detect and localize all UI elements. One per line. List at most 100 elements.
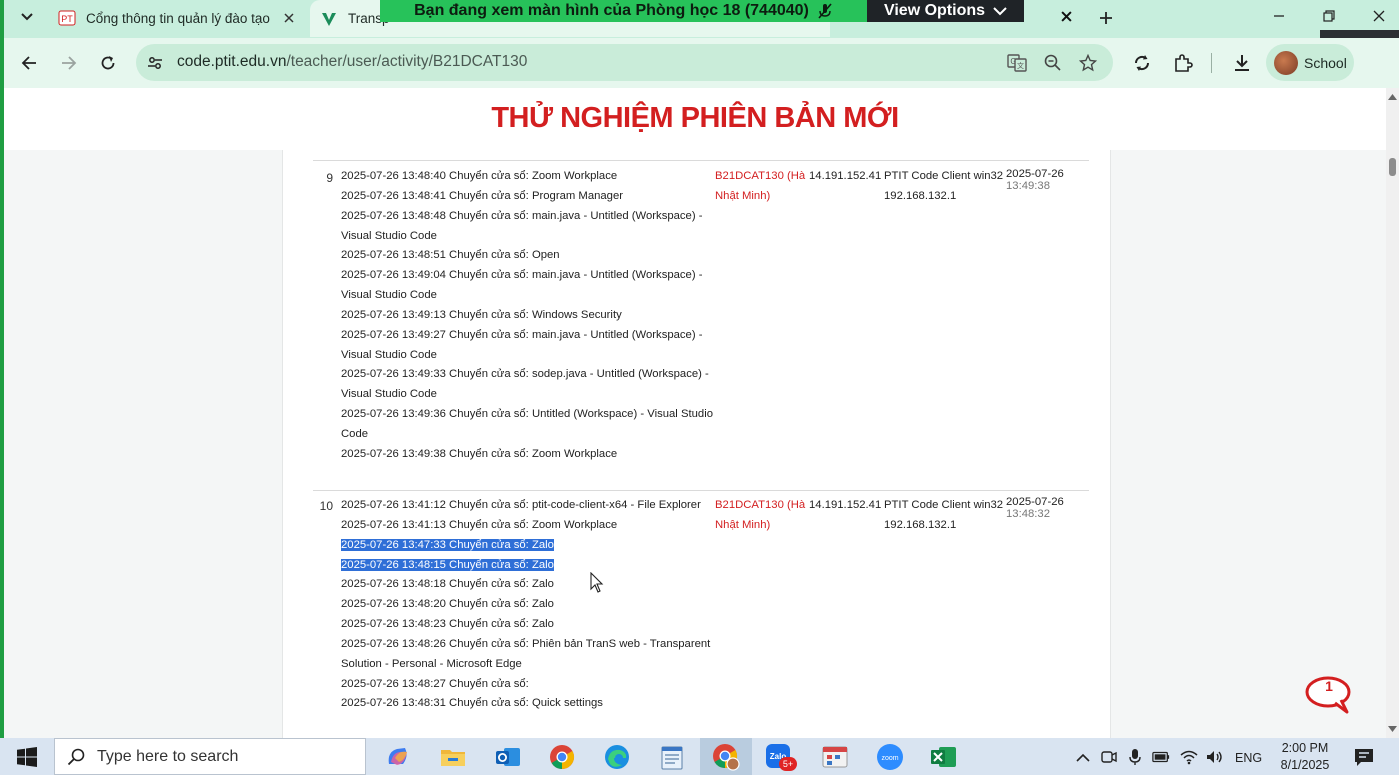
taskbar-clock[interactable]: 2:00 PM 8/1/2025 [1276, 740, 1334, 774]
window-close-button[interactable] [1366, 4, 1392, 28]
page-header: THỬ NGHIỆM PHIÊN BẢN MỚI [4, 88, 1386, 150]
user-link[interactable]: B21DCAT130 (Hà Nhật Minh) [715, 167, 807, 207]
tab-search-dropdown[interactable] [14, 5, 40, 29]
view-options-label: View Options [883, 2, 986, 19]
page-scrollbar[interactable] [1386, 88, 1399, 738]
timestamp: 2025-07-26 13:48:32 [1006, 496, 1086, 520]
activity-line: 2025-07-26 13:48:18 Chuyển cửa sổ: Zalo [341, 578, 554, 591]
banner-text: Bạn đang xem màn hình của Phòng học 18 (… [414, 2, 809, 19]
chat-widget-button[interactable]: 1 [1305, 676, 1353, 716]
minimize-button[interactable] [1266, 4, 1292, 28]
local-ip: 192.168.132.1 [884, 518, 957, 531]
new-tab-button[interactable] [1094, 6, 1118, 30]
row-index: 10 [319, 499, 333, 513]
search-placeholder: Type here to search [97, 747, 239, 765]
url-host: code.ptit.edu.vn [177, 53, 287, 70]
outlook-app-icon[interactable] [493, 742, 523, 772]
back-button[interactable] [16, 50, 42, 76]
calendar-app-icon[interactable] [820, 742, 850, 772]
page-title: THỬ NGHIỆM PHIÊN BẢN MỚI [491, 102, 899, 134]
scroll-up-icon[interactable] [1386, 90, 1399, 104]
activity-line: 2025-07-26 13:48:40 Chuyển cửa sổ: Zoom … [341, 170, 618, 182]
windows-logo-icon [17, 746, 37, 767]
activity-line: 2025-07-26 13:49:04 Chuyển cửa sổ: main.… [341, 269, 703, 282]
bookmark-star-icon[interactable] [1076, 51, 1100, 75]
input-language[interactable]: ENG [1235, 751, 1262, 765]
activity-line: Solution - Personal - Microsoft Edge [341, 657, 522, 670]
mouse-cursor-icon [590, 572, 604, 593]
url-text[interactable]: code.ptit.edu.vn/teacher/user/activity/B… [177, 53, 527, 71]
client-info: PTIT Code Client win32 192.168.132.1 [884, 167, 1006, 207]
meet-now-icon[interactable] [1100, 748, 1118, 766]
start-button[interactable] [0, 738, 54, 775]
profile-label: School [1304, 54, 1347, 71]
chat-badge: 1 [1325, 678, 1333, 694]
timestamp: 2025-07-26 13:49:38 [1006, 168, 1086, 192]
address-bar[interactable]: code.ptit.edu.vn/teacher/user/activity/B… [136, 44, 1113, 81]
extensions-puzzle-icon[interactable] [1170, 50, 1196, 76]
windows-taskbar: Type here to search Zalo 5+ zoom ENG 2:0… [0, 738, 1399, 775]
clock-time: 2:00 PM [1281, 741, 1329, 755]
microphone-icon[interactable] [1126, 748, 1144, 766]
copilot-app-icon[interactable] [383, 742, 413, 772]
chrome-profile-app-icon[interactable] [711, 742, 741, 772]
battery-icon[interactable] [1152, 748, 1170, 766]
client-info: PTIT Code Client win32 192.168.132.1 [884, 496, 1006, 536]
profile-button[interactable]: School [1266, 44, 1354, 81]
translate-icon[interactable]: G文 [1005, 51, 1029, 75]
activity-table: 9 2025-07-26 13:48:40 Chuyển cửa sổ: Zoo… [282, 150, 1111, 738]
wifi-icon[interactable] [1180, 748, 1198, 766]
activity-line: 2025-07-26 13:48:41 Chuyển cửa sổ: Progr… [341, 189, 623, 202]
tab-cong-thong-tin[interactable]: PT Cổng thông tin quản lý đào tạo [48, 0, 310, 36]
zalo-app-icon[interactable]: Zalo 5+ [765, 742, 797, 772]
tray-overflow-chevron-icon[interactable] [1074, 748, 1092, 766]
downloads-icon[interactable] [1229, 50, 1255, 76]
table-row: 10 2025-07-26 13:41:12 Chuyển cửa sổ: pt… [313, 490, 1089, 738]
table-row: 9 2025-07-26 13:48:40 Chuyển cửa sổ: Zoo… [313, 160, 1089, 490]
row-index: 9 [326, 171, 333, 185]
selected-text: 2025-07-26 13:48:15 Chuyển cửa sổ: Zalo [341, 558, 554, 571]
sync-extension-icon[interactable] [1129, 50, 1155, 76]
scroll-down-icon[interactable] [1386, 722, 1399, 736]
excel-app-icon[interactable] [929, 742, 959, 772]
activity-line: 2025-07-26 13:49:36 Chuyển cửa sổ: Untit… [341, 408, 713, 421]
close-icon[interactable] [280, 9, 298, 27]
activity-line: 2025-07-26 13:48:23 Chuyển cửa sổ: Zalo [341, 618, 554, 631]
notepad-app-icon[interactable] [657, 742, 687, 772]
notification-center-icon[interactable] [1353, 747, 1375, 767]
chevron-down-icon [21, 13, 33, 21]
scrollbar-thumb[interactable] [1389, 158, 1396, 176]
local-ip: 192.168.132.1 [884, 189, 957, 202]
close-icon [1373, 10, 1385, 22]
chrome-app-icon[interactable] [547, 742, 577, 772]
mic-muted-icon [818, 3, 832, 19]
site-info-icon[interactable] [144, 52, 166, 74]
close-tab-icon[interactable] [1056, 6, 1076, 26]
toolbar-divider [1211, 53, 1212, 73]
forward-button[interactable] [56, 50, 82, 76]
user-link[interactable]: B21DCAT130 (Hà Nhật Minh) [715, 496, 807, 536]
minimize-icon [1274, 15, 1284, 17]
time-text: 13:48:32 [1006, 508, 1050, 520]
chevron-down-icon [993, 6, 1007, 15]
clock-date: 8/1/2025 [1280, 758, 1330, 772]
activity-line: 2025-07-26 13:49:13 Chuyển cửa sổ: Windo… [341, 308, 622, 321]
view-options-button[interactable]: View Options [867, 0, 1024, 22]
reload-button[interactable] [95, 50, 121, 76]
activity-line: Visual Studio Code [341, 229, 437, 242]
avatar [1274, 50, 1298, 75]
plus-icon [1100, 12, 1112, 24]
file-explorer-app-icon[interactable] [438, 742, 468, 772]
restore-icon [1323, 10, 1335, 22]
volume-icon[interactable] [1206, 748, 1224, 766]
restore-button[interactable] [1316, 4, 1342, 28]
zoom-app-icon[interactable]: zoom [875, 742, 905, 772]
activity-line: Code [341, 427, 369, 440]
page-viewport: THỬ NGHIỆM PHIÊN BẢN MỚI 9 2025-07-26 13… [0, 88, 1386, 738]
taskbar-search[interactable]: Type here to search [54, 738, 366, 775]
arrow-left-icon [21, 56, 36, 70]
edge-app-icon[interactable] [602, 742, 632, 772]
activity-line: 2025-07-26 13:41:12 Chuyển cửa sổ: ptit-… [341, 499, 701, 511]
zoom-magnifier-icon[interactable] [1041, 51, 1065, 75]
activity-line-selected: 2025-07-26 13:47:33 Chuyển cửa sổ: Zalo [341, 536, 713, 556]
